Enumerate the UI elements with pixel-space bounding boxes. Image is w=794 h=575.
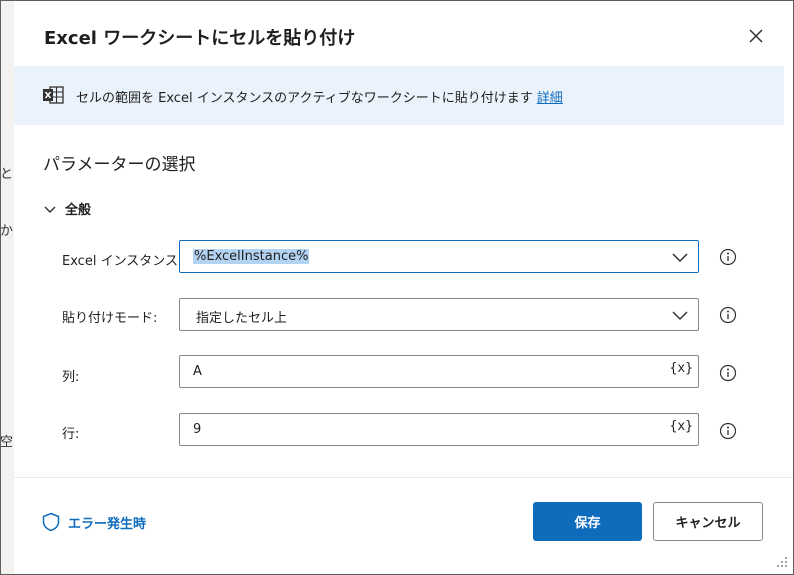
info-icon[interactable] — [719, 364, 737, 382]
variable-picker-button[interactable]: {x} — [670, 419, 693, 434]
excel-instance-dropdown[interactable]: %ExcelInstance% — [179, 240, 699, 273]
row-input[interactable]: 9 {x} — [179, 413, 699, 446]
background-text: と — [0, 167, 14, 182]
column-input[interactable]: A {x} — [179, 355, 699, 388]
close-button[interactable] — [742, 22, 770, 50]
excel-icon — [43, 86, 64, 104]
general-group-toggle[interactable]: 全般 — [43, 199, 91, 218]
paste-cells-dialog: Excel ワークシートにセルを貼り付け セルの範囲を Excel インスタンス… — [14, 0, 793, 574]
background-text: か — [0, 224, 14, 239]
save-button[interactable]: 保存 — [533, 502, 642, 541]
chevron-down-icon — [44, 206, 56, 213]
group-label: 全般 — [65, 203, 92, 218]
background-text: 空 — [0, 435, 14, 450]
banner-description: セルの範囲を Excel インスタンスのアクティブなワークシートに貼り付けます — [76, 91, 533, 106]
section-title: パラメーターの選択 — [43, 155, 196, 175]
on-error-link[interactable]: エラー発生時 — [42, 512, 146, 532]
info-icon[interactable] — [719, 248, 737, 266]
footer-divider — [14, 477, 793, 478]
excel-instance-value: %ExcelInstance% — [193, 249, 310, 264]
column-label: 列: — [62, 370, 80, 385]
excel-instance-label: Excel インスタンス: — [62, 254, 183, 269]
banner-text: セルの範囲を Excel インスタンスのアクティブなワークシートに貼り付けます詳… — [76, 87, 563, 106]
background-window: と か 空 — [0, 0, 15, 575]
row-label: 行: — [62, 427, 80, 442]
column-value: A — [193, 364, 202, 379]
row-value: 9 — [193, 422, 202, 437]
paste-mode-value: 指定したセル上 — [196, 311, 288, 326]
dialog-title: Excel ワークシートにセルを貼り付け — [44, 28, 356, 49]
cancel-button[interactable]: キャンセル — [653, 502, 763, 541]
variable-picker-button[interactable]: {x} — [670, 361, 693, 376]
shield-icon — [42, 512, 60, 532]
on-error-label: エラー発生時 — [68, 516, 147, 532]
info-banner: セルの範囲を Excel インスタンスのアクティブなワークシートに貼り付けます詳… — [14, 66, 784, 125]
info-icon[interactable] — [719, 306, 737, 324]
info-icon[interactable] — [719, 422, 737, 440]
chevron-down-icon — [672, 311, 688, 321]
paste-mode-label: 貼り付けモード: — [62, 311, 158, 326]
details-link[interactable]: 詳細 — [537, 91, 563, 106]
selected-value: %ExcelInstance% — [193, 249, 310, 264]
paste-mode-dropdown[interactable]: 指定したセル上 — [179, 298, 699, 331]
chevron-down-icon — [672, 253, 688, 263]
resize-grip-icon[interactable] — [774, 554, 788, 568]
close-icon — [749, 29, 763, 43]
